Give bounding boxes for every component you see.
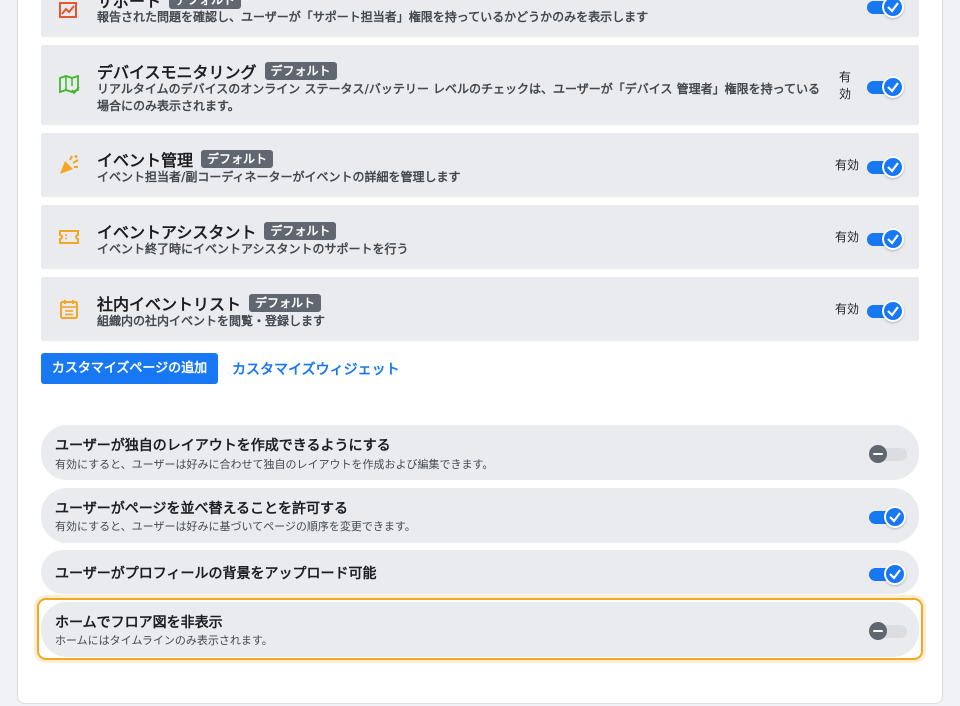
setting-title: ユーザーがページを並べ替えることを許可する bbox=[55, 501, 349, 517]
setting-hide-floor-map: ホームでフロア図を非表示 ホームにはタイムラインのみ表示されます。 bbox=[41, 602, 919, 657]
setting-title: ユーザーがプロフィールの背景をアップロード可能 bbox=[55, 566, 377, 582]
setting-desc: 有効にすると、ユーザーは好みに基づいてページの順序を変更できます。 bbox=[55, 520, 416, 533]
setting-title: ホームでフロア図を非表示 bbox=[55, 615, 223, 631]
party-popper-icon bbox=[58, 154, 80, 176]
default-badge: デフォルト bbox=[201, 150, 274, 168]
calendar-list-icon bbox=[58, 298, 80, 320]
feature-title: 社内イベントリスト bbox=[97, 295, 242, 314]
status-label: 有効 bbox=[835, 158, 860, 172]
feature-title: デバイスモニタリング bbox=[97, 63, 257, 82]
feature-desc: 報告された問題を確認し、ユーザーが「サポート担当者」権限を持っているかどうかのみ… bbox=[97, 10, 649, 24]
custom-layout-toggle[interactable] bbox=[869, 442, 907, 466]
status-label: 有効 bbox=[835, 0, 859, 1]
hide-floor-map-toggle[interactable] bbox=[869, 619, 907, 643]
feature-desc: イベント終了時にイベントアシスタントのサポートを行う bbox=[97, 242, 409, 256]
add-custom-page-button[interactable]: カスタマイズページの追加 bbox=[41, 353, 218, 384]
profile-background-toggle[interactable] bbox=[869, 562, 907, 586]
event-assistant-toggle[interactable] bbox=[867, 227, 905, 251]
support-toggle[interactable] bbox=[867, 0, 905, 19]
setting-title: ユーザーが独自のレイアウトを作成できるようにする bbox=[55, 438, 391, 454]
custom-widget-link[interactable]: カスタマイズウィジェット bbox=[232, 359, 400, 379]
event-management-toggle[interactable] bbox=[867, 155, 905, 179]
status-label: 有効 bbox=[835, 302, 860, 316]
feature-internal-event-list: 社内イベントリスト デフォルト 組織内の社内イベントを閲覧・登録します 有効 bbox=[41, 277, 919, 341]
device-monitoring-toggle[interactable] bbox=[867, 75, 905, 99]
default-badge: デフォルト bbox=[264, 62, 337, 80]
map-check-icon bbox=[58, 74, 80, 96]
feature-event-assistant: イベントアシスタント デフォルト イベント終了時にイベントアシスタントのサポート… bbox=[41, 205, 919, 269]
default-badge: デフォルト bbox=[249, 294, 322, 312]
feature-desc-line1: リアルタイムのデバイスのオンライン ステータス/バッテリー レベルのチェックは、… bbox=[97, 82, 821, 96]
feature-event-management: イベント管理 デフォルト イベント担当者/副コーディネーターがイベントの詳細を管… bbox=[41, 133, 919, 197]
status-label: 有効 bbox=[835, 230, 860, 244]
feature-title: イベントアシスタント bbox=[97, 223, 257, 242]
reorder-pages-toggle[interactable] bbox=[869, 505, 907, 529]
setting-reorder-pages: ユーザーがページを並べ替えることを許可する 有効にすると、ユーザーは好みに基づい… bbox=[41, 488, 919, 543]
feature-desc: 組織内の社内イベントを閲覧・登録します bbox=[97, 314, 326, 328]
status-label-line2: 効 bbox=[838, 87, 851, 101]
setting-profile-background: ユーザーがプロフィールの背景をアップロード可能 bbox=[41, 550, 919, 594]
setting-desc: 有効にすると、ユーザーは好みに合わせて独自のレイアウトを作成および編集できます。 bbox=[55, 458, 494, 471]
feature-desc: イベント担当者/副コーディネーターがイベントの詳細を管理します bbox=[97, 170, 461, 184]
setting-custom-layout: ユーザーが独自のレイアウトを作成できるようにする 有効にすると、ユーザーは好みに… bbox=[41, 425, 919, 480]
feature-support: サポート デフォルト 報告された問題を確認し、ユーザーが「サポート担当者」権限を… bbox=[41, 0, 919, 37]
feature-title: イベント管理 bbox=[97, 151, 194, 170]
feature-device-monitoring: デバイスモニタリング デフォルト リアルタイムのデバイスのオンライン ステータス… bbox=[41, 45, 919, 125]
default-badge: デフォルト bbox=[169, 0, 242, 9]
setting-desc: ホームにはタイムラインのみ表示されます。 bbox=[55, 634, 273, 647]
feature-desc-line2: 場合にのみ表示されます。 bbox=[97, 99, 240, 113]
internal-event-list-toggle[interactable] bbox=[867, 299, 905, 323]
ticket-icon bbox=[58, 226, 80, 248]
default-badge: デフォルト bbox=[264, 222, 337, 240]
chart-icon bbox=[58, 1, 80, 23]
status-label-line1: 有 bbox=[838, 70, 851, 84]
